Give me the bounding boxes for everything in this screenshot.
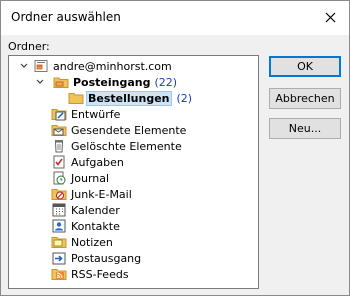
sent-items-icon: [51, 125, 67, 136]
tree-item-gesendete[interactable]: Gesendete Elemente: [51, 122, 186, 138]
new-folder-button[interactable]: Neu...: [269, 118, 341, 139]
close-button[interactable]: [317, 5, 343, 29]
ok-button-label: OK: [297, 60, 313, 73]
unread-count: (22): [154, 75, 178, 89]
tree-item-label: Bestellungen: [88, 91, 170, 105]
inbox-folder-icon: [53, 77, 69, 88]
calendar-icon: [52, 203, 66, 217]
folder-label: Ordner:: [8, 40, 50, 53]
select-folder-dialog: Ordner auswählen Ordner: andre@minhorst.…: [0, 0, 350, 296]
tree-item-root[interactable]: andre@minhorst.com: [19, 58, 172, 74]
tree-item-label: RSS-Feeds: [71, 267, 129, 281]
tree-item-aufgaben[interactable]: Aufgaben: [51, 154, 124, 170]
tree-item-inbox[interactable]: Posteingang (22): [35, 74, 177, 90]
trash-icon: [54, 140, 64, 153]
notes-icon: [51, 237, 67, 248]
tree-item-label: Gelöschte Elemente: [71, 139, 182, 153]
rss-icon: [51, 269, 67, 280]
tree-item-label: Gesendete Elemente: [71, 123, 187, 137]
tree-item-kontakte[interactable]: Kontakte: [51, 218, 120, 234]
folder-tree[interactable]: andre@minhorst.com Posteingang (22) Best…: [8, 55, 259, 289]
window-title: Ordner auswählen: [11, 10, 121, 24]
unread-count: (2): [176, 91, 193, 105]
cancel-button-label: Abbrechen: [275, 92, 335, 105]
tree-item-label: andre@minhorst.com: [53, 59, 172, 73]
tree-item-bestellungen[interactable]: Bestellungen (2): [68, 90, 192, 106]
cancel-button[interactable]: Abbrechen: [269, 88, 341, 109]
tasks-icon: [53, 155, 65, 169]
tree-item-label: Kontakte: [71, 219, 120, 233]
journal-icon: [53, 171, 66, 185]
contacts-icon: [52, 219, 66, 233]
tree-item-label: Junk-E-Mail: [71, 187, 132, 201]
collapse-toggle[interactable]: [35, 74, 45, 90]
mailbox-icon: [34, 60, 48, 72]
tree-item-label: Aufgaben: [71, 155, 124, 169]
tree-item-label: Entwürfe: [71, 107, 121, 121]
tree-item-journal[interactable]: Journal: [51, 170, 109, 186]
tree-item-kalender[interactable]: Kalender: [51, 202, 120, 218]
tree-item-label: Kalender: [71, 203, 120, 217]
collapse-toggle[interactable]: [19, 58, 29, 74]
tree-item-label: Journal: [71, 171, 110, 185]
chevron-down-icon: [20, 63, 28, 68]
tree-item-postausgang[interactable]: Postausgang: [51, 250, 141, 266]
tree-item-junk[interactable]: Junk-E-Mail: [51, 186, 132, 202]
chevron-down-icon: [36, 79, 44, 84]
drafts-icon: [51, 109, 67, 121]
outbox-icon: [52, 252, 66, 265]
tree-item-rss[interactable]: RSS-Feeds: [51, 266, 129, 282]
close-icon: [325, 12, 335, 22]
tree-item-label: Posteingang: [73, 75, 151, 89]
new-folder-button-label: Neu...: [288, 122, 322, 135]
tree-item-entwuerfe[interactable]: Entwürfe: [51, 106, 120, 122]
junk-icon: [51, 189, 67, 200]
tree-item-label: Postausgang: [71, 251, 142, 265]
tree-item-label: Notizen: [71, 235, 113, 249]
folder-icon: [68, 93, 84, 104]
ok-button[interactable]: OK: [269, 56, 341, 77]
selected-highlight: Bestellungen: [86, 90, 173, 106]
tree-item-notizen[interactable]: Notizen: [51, 234, 113, 250]
title-bar: Ordner auswählen: [1, 1, 349, 35]
tree-item-geloeschte[interactable]: Gelöschte Elemente: [51, 138, 182, 154]
